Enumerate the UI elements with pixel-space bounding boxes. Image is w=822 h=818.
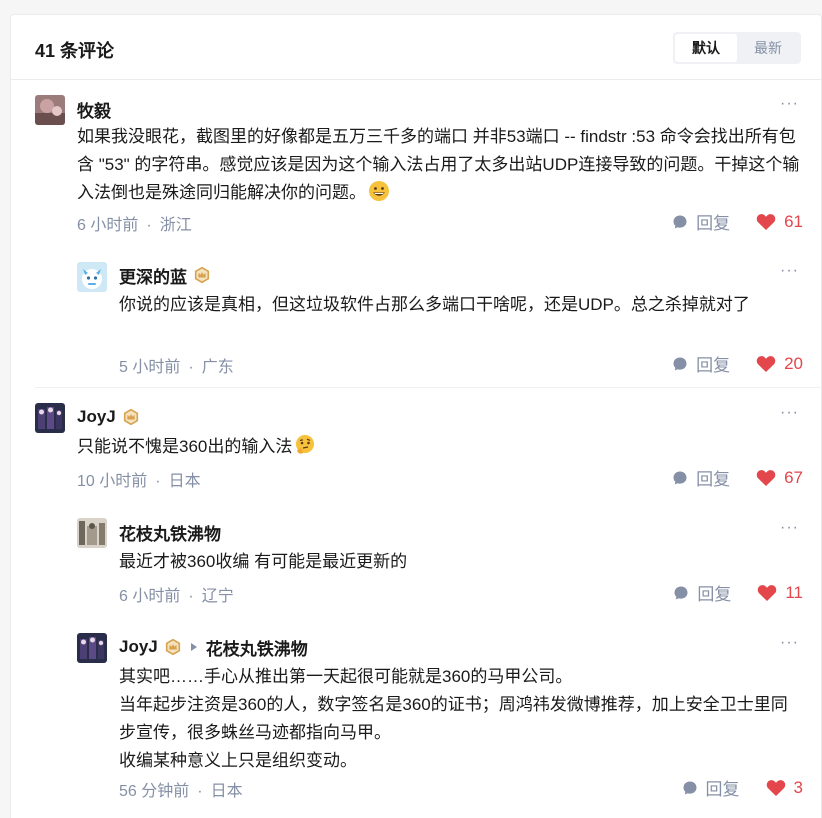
like-button[interactable]: 67	[756, 468, 803, 488]
sort-latest-button[interactable]: 最新	[737, 34, 799, 62]
comment-time: 5 小时前	[119, 359, 181, 376]
avatar-image	[77, 518, 107, 548]
reply-label: 回复	[705, 780, 740, 799]
comment-actions: 回复 11	[673, 580, 803, 605]
comment-text-line: 当年起步注资是360的人，数字签名是360的证书；周鸿祎发微博推荐，加上安全卫士…	[119, 695, 788, 742]
heart-icon	[758, 584, 777, 601]
avatar-image	[77, 262, 107, 292]
author-name[interactable]: JoyJ	[119, 637, 158, 657]
like-count: 67	[784, 467, 803, 487]
meta-separator: ·	[197, 783, 203, 800]
reply-to-name[interactable]: 花枝丸铁沸物	[206, 635, 308, 660]
comments-header: 41 条评论 默认 最新	[11, 15, 822, 80]
avatar[interactable]	[77, 262, 107, 292]
like-button[interactable]: 11	[757, 583, 803, 603]
comment-time: 6 小时前	[119, 588, 181, 605]
reply-button[interactable]: 回复	[672, 465, 730, 490]
avatar-image	[35, 403, 65, 433]
reply-label: 回复	[696, 470, 731, 489]
comment-actions: 回复 67	[672, 465, 803, 490]
like-count: 20	[784, 353, 803, 373]
like-count: 61	[784, 211, 803, 231]
comment-time: 10 小时前	[77, 473, 148, 490]
like-button[interactable]: 3	[766, 778, 803, 798]
more-options-button[interactable]: ···	[780, 262, 799, 280]
comment-meta: 56 分钟前 · 日本	[119, 777, 243, 801]
comment-time: 56 分钟前	[119, 783, 190, 800]
avatar[interactable]	[77, 518, 107, 548]
comment-location: 广东	[201, 359, 234, 376]
more-options-button[interactable]: ···	[780, 95, 799, 113]
crown-badge-icon	[194, 266, 210, 284]
heart-icon	[756, 469, 776, 486]
comment-actions: 回复 20	[672, 351, 803, 376]
comment-actions: 回复 3	[682, 775, 803, 800]
like-button[interactable]: 20	[756, 354, 803, 374]
like-count: 11	[785, 582, 803, 602]
comment-text-block: 其实吧……手心从推出第一天起很可能就是360的马甲公司。 当年起步注资是360的…	[119, 663, 803, 775]
author-name[interactable]: 花枝丸铁沸物	[119, 520, 221, 545]
more-options-button[interactable]: ···	[780, 634, 799, 652]
comment-actions: 回复 61	[672, 209, 803, 234]
like-button[interactable]: 61	[756, 212, 803, 232]
avatar[interactable]	[35, 403, 65, 433]
reply-bubble-icon	[673, 471, 687, 484]
reply-bubble-icon	[673, 215, 687, 228]
comment-meta: 10 小时前 · 日本	[77, 467, 201, 491]
comment-location: 日本	[210, 783, 243, 800]
reply-button[interactable]: 回复	[672, 209, 730, 234]
comment-meta: 6 小时前 · 浙江	[77, 211, 192, 235]
author-name[interactable]: 牧毅	[77, 97, 111, 122]
comment-text-block: 只能说不愧是360出的输入法	[77, 433, 801, 461]
reply-bubble-icon	[673, 357, 687, 370]
comment-text: 最近才被360收编 有可能是最近更新的	[119, 552, 408, 571]
comment-location: 浙江	[159, 217, 192, 234]
heart-icon	[756, 213, 776, 230]
reply-button[interactable]: 回复	[673, 580, 731, 605]
reply-label: 回复	[697, 585, 732, 604]
crown-badge-icon	[123, 408, 138, 426]
meta-separator: ·	[155, 473, 161, 490]
comment-text-line: 收编某种意义上只是组织变动。	[119, 751, 357, 770]
reply-label: 回复	[696, 356, 731, 375]
like-count: 3	[793, 777, 803, 797]
more-options-button[interactable]: ···	[780, 404, 799, 422]
reply-label: 回复	[696, 214, 731, 233]
comment-meta: 6 小时前 · 辽宁	[119, 582, 234, 606]
comment-text: 你说的应该是真相，但这垃圾软件占那么多端口干啥呢，还是UDP。总之杀掉就对了	[119, 295, 750, 314]
divider	[35, 387, 822, 388]
thinking-face-icon	[296, 435, 315, 454]
meta-separator: ·	[188, 588, 194, 605]
sort-toggle: 默认 最新	[673, 32, 801, 64]
comment-time: 6 小时前	[77, 217, 139, 234]
avatar-image	[77, 633, 107, 663]
reply-button[interactable]: 回复	[682, 775, 740, 800]
meta-separator: ·	[146, 217, 152, 234]
avatar-image	[35, 95, 65, 125]
comment-text: 如果我没眼花，截图里的好像都是五万三千多的端口 并非53端口 -- findst…	[77, 127, 800, 202]
comment-text-block: 如果我没眼花，截图里的好像都是五万三千多的端口 并非53端口 -- findst…	[77, 123, 801, 207]
comment-text-line: 其实吧……手心从推出第一天起很可能就是360的马甲公司。	[119, 667, 573, 686]
author-name[interactable]: JoyJ	[77, 407, 116, 427]
comments-panel: 41 条评论 默认 最新 牧毅 ··· 如果我没眼花，截图里的好像都是五万三千多…	[10, 14, 822, 818]
sort-default-button[interactable]: 默认	[675, 34, 737, 62]
comment-location: 辽宁	[201, 588, 234, 605]
heart-icon	[766, 779, 785, 796]
avatar[interactable]	[35, 95, 65, 125]
comment-text: 只能说不愧是360出的输入法	[77, 437, 293, 456]
heart-icon	[756, 355, 776, 372]
comment-location: 日本	[168, 473, 201, 490]
comment-meta: 5 小时前 · 广东	[119, 353, 234, 377]
grinning-face-icon	[369, 181, 389, 201]
meta-separator: ·	[188, 359, 194, 376]
more-options-button[interactable]: ···	[780, 519, 799, 537]
comments-count-title: 41 条评论	[35, 41, 115, 61]
reply-bubble-icon	[683, 781, 697, 794]
crown-badge-icon	[165, 638, 180, 656]
reply-arrow-icon	[190, 643, 197, 651]
avatar[interactable]	[77, 633, 107, 663]
author-name[interactable]: 更深的蓝	[119, 263, 187, 288]
reply-button[interactable]: 回复	[672, 351, 730, 376]
reply-bubble-icon	[674, 586, 688, 599]
